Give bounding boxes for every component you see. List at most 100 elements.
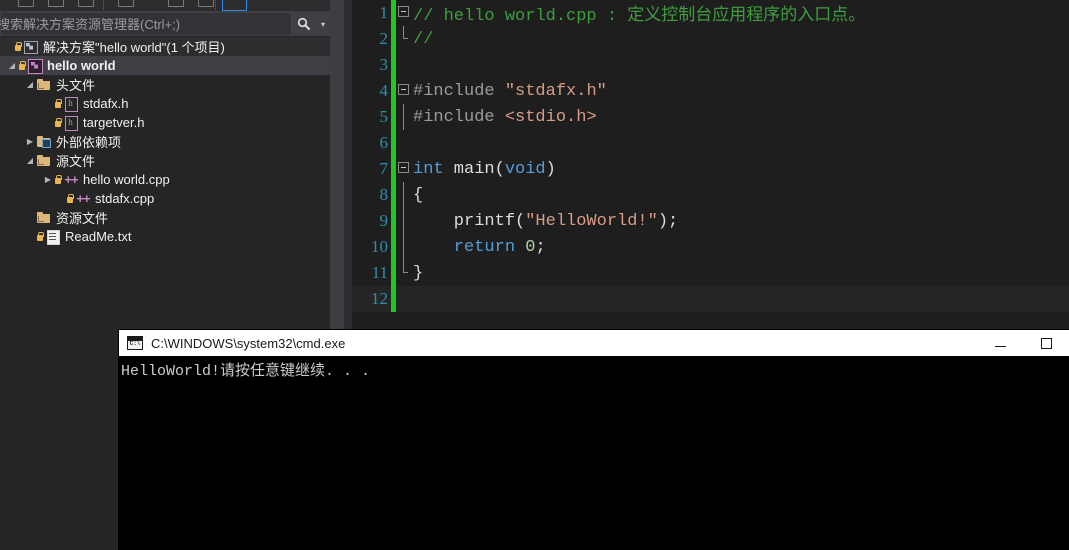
console-titlebar[interactable]: C:\ C:\WINDOWS\system32\cmd.exe	[119, 330, 1069, 356]
tree-item-8[interactable]: ++ stdafx.cpp	[0, 189, 330, 208]
outline-guide	[403, 104, 404, 130]
token-str: "HelloWorld!"	[525, 211, 658, 231]
chevron-down-icon[interactable]: ◢	[6, 56, 18, 75]
editor-scrollbar-thumb[interactable]	[332, 0, 342, 332]
token-plain: ;	[535, 237, 546, 257]
toolbar-button-2[interactable]	[48, 0, 64, 7]
outlining-margin[interactable]	[396, 260, 412, 286]
code-line-3[interactable]: 3	[352, 52, 1069, 78]
token-comment: // hello world.cpp : 定义控制台应用程序的入口点。	[413, 7, 866, 26]
solution-explorer-toolbar	[0, 0, 330, 12]
tree-item-10[interactable]: ReadMe.txt	[0, 227, 330, 246]
code-line-4[interactable]: 4 #include "stdafx.h"	[352, 78, 1069, 104]
code-line-text: {	[412, 186, 423, 205]
toolbar-separator-1	[103, 0, 104, 10]
code-line-10[interactable]: 10 return 0;	[352, 234, 1069, 260]
token-plain: )	[545, 159, 556, 179]
code-line-8[interactable]: 8{	[352, 182, 1069, 208]
code-line-text: #include "stdafx.h"	[412, 82, 607, 101]
toolbar-button-4[interactable]	[118, 0, 134, 7]
console-window-controls	[977, 330, 1069, 356]
code-line-5[interactable]: 5 #include <stdio.h>	[352, 104, 1069, 130]
code-line-2[interactable]: 2 //	[352, 26, 1069, 52]
search-input[interactable]	[0, 16, 291, 32]
toolbar-button-3[interactable]	[78, 0, 94, 7]
tree-item-9[interactable]: 资源文件	[0, 208, 330, 227]
tree-item-2[interactable]: ◢ 头文件	[0, 75, 330, 94]
code-line-6[interactable]: 6	[352, 130, 1069, 156]
code-line-text: // hello world.cpp : 定义控制台应用程序的入口点。	[412, 0, 865, 26]
outlining-margin[interactable]	[396, 208, 412, 234]
code-line-text: return 0;	[412, 238, 546, 257]
tree-item-7[interactable]: ▶ ++ hello world.cpp	[0, 170, 330, 189]
token-plain: );	[657, 211, 679, 231]
solution-icon	[23, 39, 39, 55]
outlining-margin[interactable]	[396, 182, 412, 208]
outlining-margin[interactable]	[396, 130, 412, 156]
tree-item-0[interactable]: 解决方案"hello world"(1 个项目)	[0, 37, 330, 56]
lock-badge-icon	[14, 41, 22, 52]
console-output[interactable]: HelloWorld!请按任意键继续. . .	[119, 356, 1069, 550]
token-comment: //	[413, 29, 434, 49]
lock-badge-icon	[66, 193, 74, 204]
console-line-0: HelloWorld!请按任意键继续. . .	[121, 363, 371, 380]
minimize-icon	[994, 345, 1006, 347]
tree-item-3[interactable]: h stdafx.h	[0, 94, 330, 113]
collapse-box-icon[interactable]	[398, 84, 409, 95]
line-number: 1	[379, 3, 389, 22]
outlining-margin[interactable]	[396, 156, 412, 182]
token-plain: {	[413, 185, 424, 205]
lock-badge-icon	[54, 98, 62, 109]
text-file-icon	[45, 229, 61, 245]
chevron-down-icon[interactable]: ◢	[24, 151, 36, 170]
search-icon[interactable]	[291, 13, 317, 35]
tree-item-5[interactable]: ▶ 外部依赖项	[0, 132, 330, 151]
outlining-margin[interactable]	[396, 78, 412, 104]
code-line-12[interactable]: 12	[352, 286, 1069, 312]
chevron-right-icon[interactable]: ▶	[24, 132, 36, 151]
code-line-1[interactable]: 1 // hello world.cpp : 定义控制台应用程序的入口点。	[352, 0, 1069, 26]
outlining-margin[interactable]	[396, 286, 412, 312]
tree-item-6[interactable]: ◢ 源文件	[0, 151, 330, 170]
tree-item-label: 资源文件	[56, 211, 109, 226]
outline-guide	[403, 208, 404, 234]
outlining-margin[interactable]	[396, 26, 412, 52]
outline-guide-end	[403, 26, 408, 39]
code-line-11[interactable]: 11}	[352, 260, 1069, 286]
tree-item-label: 源文件	[56, 154, 96, 169]
outlining-margin[interactable]	[396, 234, 412, 260]
toolbar-button-6[interactable]	[198, 0, 214, 7]
maximize-button[interactable]	[1023, 330, 1069, 356]
outline-guide	[403, 182, 404, 208]
chevron-right-icon[interactable]: ▶	[42, 170, 54, 189]
tree-item-4[interactable]: h targetver.h	[0, 113, 330, 132]
search-box[interactable]: ▾	[0, 12, 330, 36]
console-title: C:\WINDOWS\system32\cmd.exe	[151, 335, 346, 351]
toolbar-button-1[interactable]	[18, 0, 34, 7]
tree-item-label: 头文件	[56, 78, 96, 93]
minimize-button[interactable]	[977, 330, 1023, 356]
tree-item-label: 解决方案"hello world"(1 个项目)	[43, 40, 225, 55]
tree-item-1[interactable]: ◢ hello world	[0, 56, 330, 75]
code-line-9[interactable]: 9 printf("HelloWorld!");	[352, 208, 1069, 234]
line-number: 10	[371, 237, 388, 256]
chevron-down-icon[interactable]: ◢	[24, 75, 36, 94]
toolbar-button-5[interactable]	[168, 0, 184, 7]
line-number: 9	[379, 211, 389, 230]
tree-item-label: stdafx.cpp	[95, 191, 155, 206]
outlining-margin[interactable]	[396, 104, 412, 130]
code-line-text: printf("HelloWorld!");	[412, 212, 678, 231]
outlining-margin[interactable]	[396, 0, 412, 26]
code-line-7[interactable]: 7 int main(void)	[352, 156, 1069, 182]
search-dropdown-caret[interactable]: ▾	[317, 13, 329, 35]
collapse-box-icon[interactable]	[398, 162, 409, 173]
toolbar-button-active[interactable]	[222, 0, 247, 11]
collapse-box-icon[interactable]	[398, 6, 409, 17]
cmd-icon: C:\	[127, 336, 143, 350]
folder-icon	[36, 153, 52, 169]
outlining-margin[interactable]	[396, 52, 412, 78]
